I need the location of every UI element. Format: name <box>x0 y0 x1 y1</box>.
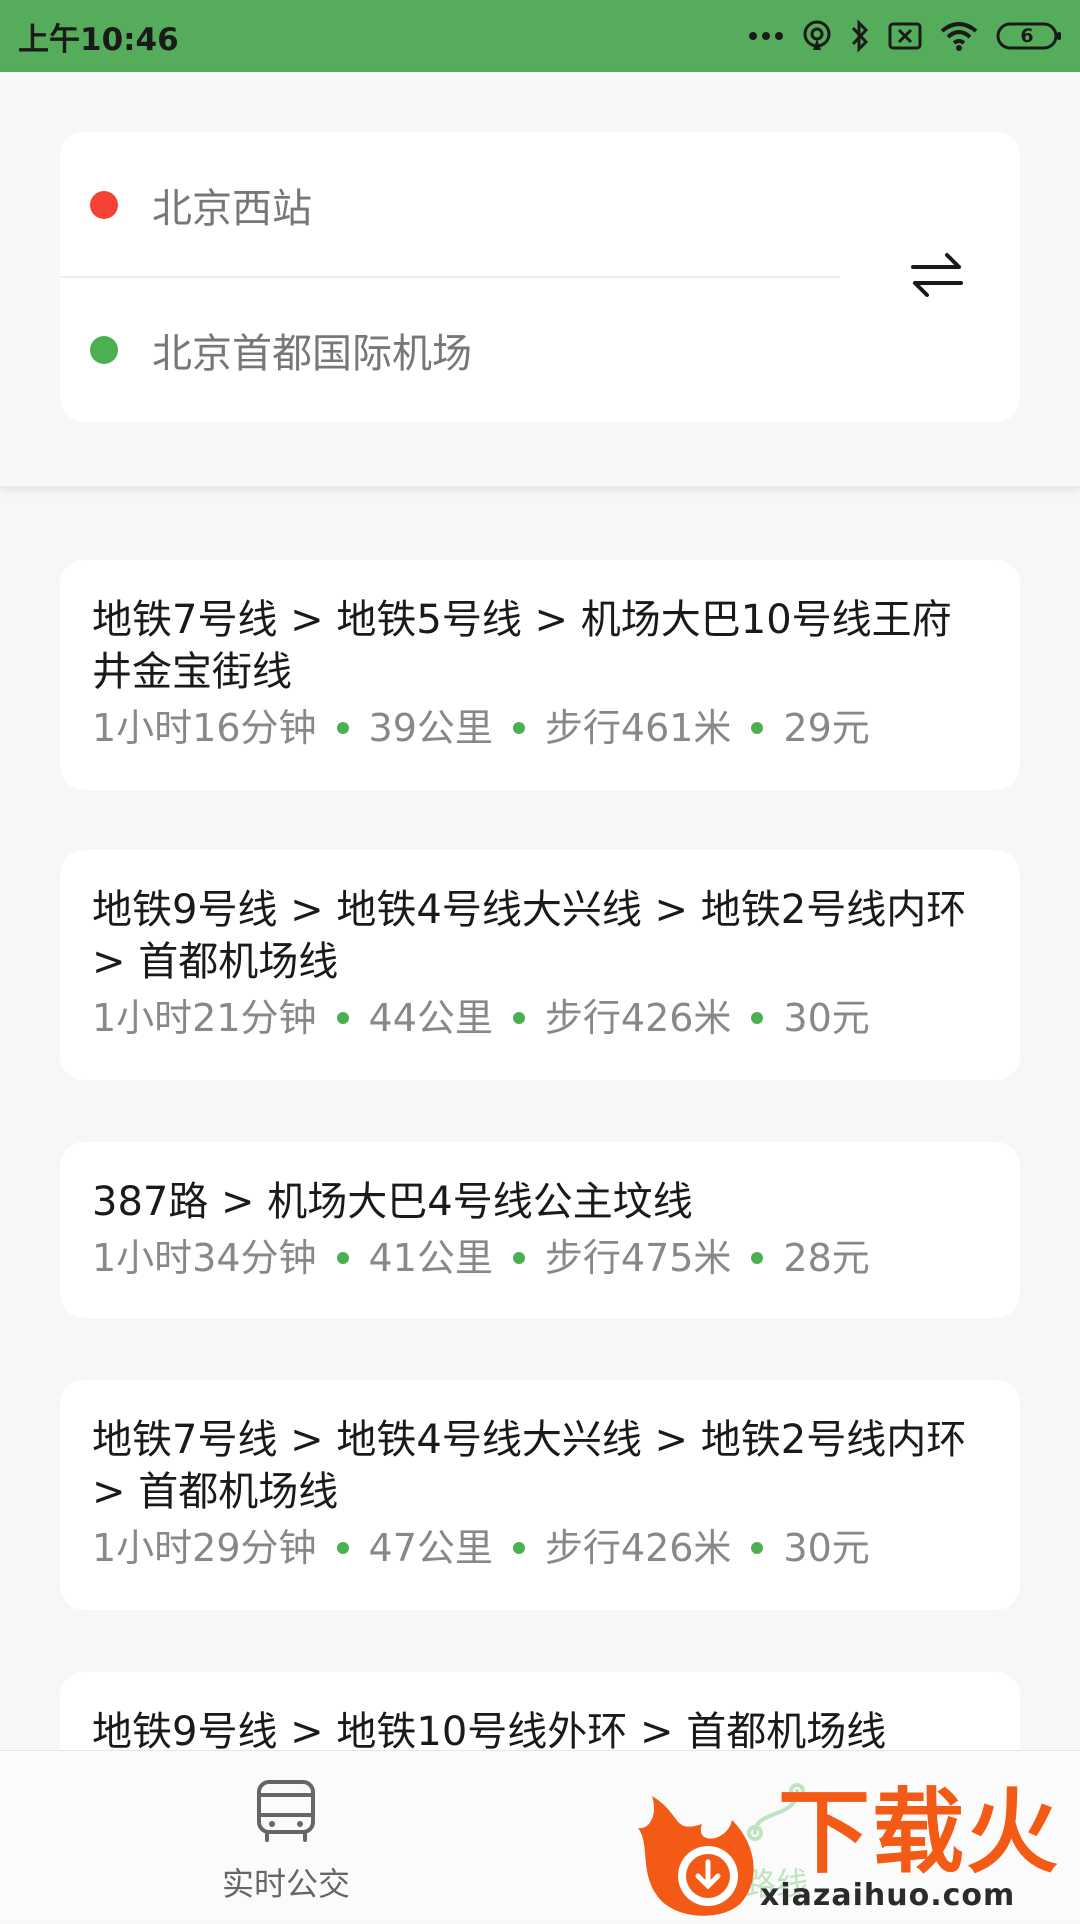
status-bar: 上午10:46 6 <box>0 0 1080 72</box>
separator-dot-icon <box>512 1252 525 1264</box>
route-results-list[interactable]: 地铁7号线 > 地铁5号线 > 机场大巴10号线王府井金宝街线 1小时16分钟 … <box>0 486 1080 1750</box>
route-title: 地铁7号线 > 地铁4号线大兴线 > 地铁2号线内环 > 首都机场线 <box>92 1417 967 1515</box>
swap-button[interactable] <box>904 244 970 310</box>
route-result-card[interactable]: 387路 > 机场大巴4号线公主坟线 1小时34分钟 41公里 步行475米 2… <box>60 1142 1020 1318</box>
route-title: 地铁7号线 > 地铁5号线 > 机场大巴10号线王府井金宝街线 <box>92 597 952 695</box>
status-icons: 6 <box>748 19 1062 53</box>
route-input-card: 北京西站 北京首都国际机场 <box>60 132 1020 422</box>
route-duration: 1小时16分钟 <box>92 706 317 750</box>
status-time: 上午10:46 <box>18 21 179 58</box>
route-duration: 1小时21分钟 <box>92 996 317 1040</box>
route-walk: 步行475米 <box>544 1236 732 1280</box>
swap-arrows-icon <box>907 249 967 305</box>
route-result-card[interactable]: 地铁9号线 > 地铁4号线大兴线 > 地铁2号线内环 > 首都机场线 1小时21… <box>60 850 1020 1080</box>
route-title: 387路 > 机场大巴4号线公主坟线 <box>92 1179 693 1225</box>
route-duration: 1小时34分钟 <box>92 1236 317 1280</box>
watermark: 下载火 xiazaihuo.com <box>632 1778 1080 1920</box>
route-distance: 47公里 <box>368 1526 493 1570</box>
origin-field[interactable]: 北京西站 <box>60 132 840 277</box>
route-title: 地铁9号线 > 地铁4号线大兴线 > 地铁2号线内环 > 首都机场线 <box>92 887 967 985</box>
route-meta: 1小时34分钟 41公里 步行475米 28元 <box>92 1232 990 1284</box>
route-distance: 39公里 <box>368 706 493 750</box>
watermark-url: xiazaihuo.com <box>760 1878 1016 1913</box>
route-fare: 30元 <box>783 1526 870 1570</box>
battery-icon: 6 <box>996 21 1062 51</box>
separator-dot-icon <box>751 1252 764 1264</box>
separator-dot-icon <box>512 1012 525 1024</box>
route-walk: 步行426米 <box>544 996 732 1040</box>
search-panel: 北京西站 北京首都国际机场 <box>0 72 1080 486</box>
bus-icon <box>255 1779 317 1847</box>
route-result-card[interactable]: 地铁7号线 > 地铁4号线大兴线 > 地铁2号线内环 > 首都机场线 1小时29… <box>60 1380 1020 1610</box>
separator-dot-icon <box>751 1012 764 1024</box>
route-walk: 步行461米 <box>544 706 732 750</box>
route-distance: 41公里 <box>368 1236 493 1280</box>
hotspot-icon <box>802 20 832 52</box>
route-title: 地铁9号线 > 地铁10号线外环 > 首都机场线 <box>92 1709 887 1750</box>
destination-text: 北京首都国际机场 <box>152 330 472 377</box>
separator-dot-icon <box>336 722 349 734</box>
route-fare: 29元 <box>783 706 870 750</box>
separator-dot-icon <box>336 1542 349 1554</box>
nav-item-realtime-bus[interactable]: 实时公交 <box>136 1751 436 1921</box>
route-meta: 1小时21分钟 44公里 步行426米 30元 <box>92 992 990 1044</box>
separator-dot-icon <box>336 1252 349 1264</box>
route-duration: 1小时29分钟 <box>92 1526 317 1570</box>
separator-dot-icon <box>512 1542 525 1554</box>
battery-level: 6 <box>1020 25 1034 47</box>
sim-off-icon <box>888 22 922 50</box>
separator-dot-icon <box>336 1012 349 1024</box>
separator-dot-icon <box>751 722 764 734</box>
route-meta: 1小时29分钟 47公里 步行426米 30元 <box>92 1522 990 1574</box>
separator-dot-icon <box>751 1542 764 1554</box>
destination-dot-icon <box>90 335 118 364</box>
origin-text: 北京西站 <box>152 185 312 232</box>
route-result-card[interactable]: 地铁7号线 > 地铁5号线 > 机场大巴10号线王府井金宝街线 1小时16分钟 … <box>60 560 1020 790</box>
more-dots-icon <box>748 30 784 42</box>
route-walk: 步行426米 <box>544 1526 732 1570</box>
route-distance: 44公里 <box>368 996 493 1040</box>
destination-field[interactable]: 北京首都国际机场 <box>60 277 840 422</box>
origin-dot-icon <box>90 190 118 219</box>
bluetooth-icon <box>850 19 870 53</box>
separator-dot-icon <box>512 722 525 734</box>
wifi-icon <box>940 21 978 51</box>
route-meta: 1小时16分钟 39公里 步行461米 29元 <box>92 702 990 754</box>
nav-label: 实时公交 <box>221 1865 350 1903</box>
route-fare: 28元 <box>783 1236 870 1280</box>
route-result-card[interactable]: 地铁9号线 > 地铁10号线外环 > 首都机场线 <box>60 1672 1020 1750</box>
route-fare: 30元 <box>783 996 870 1040</box>
watermark-text: 下载火 <box>778 1779 1061 1886</box>
